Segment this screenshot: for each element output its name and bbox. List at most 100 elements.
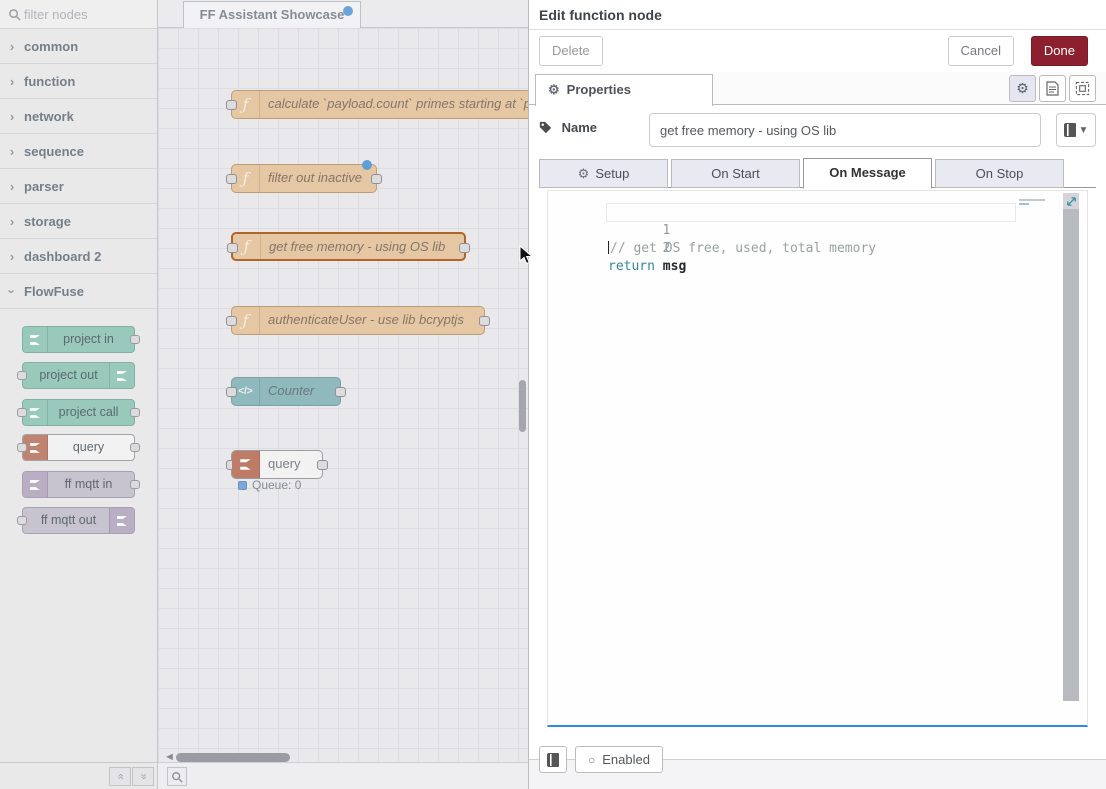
name-label: Name: [539, 120, 597, 135]
node-port[interactable]: [130, 443, 140, 452]
tab-properties[interactable]: ⚙Properties: [535, 74, 713, 106]
h-scrollbar-thumb[interactable]: [176, 753, 290, 762]
category-label: function: [24, 74, 75, 89]
node-port[interactable]: [335, 387, 346, 397]
category-label: network: [24, 109, 74, 124]
node-calculate-primes[interactable]: ƒ calculate `payload.count` primes start…: [231, 90, 528, 119]
caret-down-icon: ▼: [1079, 125, 1089, 136]
gear-icon: ⚙: [1016, 80, 1029, 97]
name-label-text: Name: [562, 120, 597, 135]
editor-scrollbar[interactable]: [1063, 193, 1079, 701]
tab-on-start[interactable]: On Start: [671, 159, 800, 188]
node-counter[interactable]: </> Counter: [231, 377, 341, 406]
node-port[interactable]: [130, 408, 140, 417]
dialog-tabstrip: ⚙Properties ⚙: [529, 72, 1106, 105]
double-chevron-down-icon: »: [135, 773, 152, 779]
palette-category-parser[interactable]: ›parser: [0, 169, 157, 204]
node-port[interactable]: [459, 243, 470, 253]
collapse-all-button[interactable]: «: [109, 767, 131, 786]
palette-node-label: project out: [23, 363, 134, 388]
dialog-toolbar: Delete Cancel Done: [529, 30, 1106, 72]
chevron-right-icon: ›: [0, 204, 24, 239]
node-port[interactable]: [479, 316, 490, 326]
palette-category-common[interactable]: ›common: [0, 29, 157, 64]
category-label: FlowFuse: [24, 284, 84, 299]
flow-tab-label: FF Assistant Showcase: [200, 7, 345, 22]
node-label: filter out inactive: [268, 165, 368, 191]
code-editor[interactable]: 1 // get OS free, used, total memory 2 r…: [547, 190, 1088, 727]
edit-properties-button[interactable]: ⚙: [1009, 75, 1036, 102]
palette-category-dashboard2[interactable]: ›dashboard 2: [0, 239, 157, 274]
node-port[interactable]: [130, 480, 140, 489]
done-button[interactable]: Done: [1031, 36, 1088, 66]
search-icon: [171, 771, 183, 783]
node-port[interactable]: [17, 516, 27, 525]
palette-node-label: query: [23, 435, 134, 460]
tab-on-stop[interactable]: On Stop: [935, 159, 1064, 188]
palette-search-input[interactable]: [24, 0, 154, 28]
double-chevron-up-icon: «: [112, 773, 129, 779]
palette-node-project-call[interactable]: project call: [22, 399, 135, 426]
flow-tab[interactable]: FF Assistant Showcase: [183, 1, 361, 28]
chevron-down-icon: ›: [0, 280, 30, 304]
palette-node-project-out[interactable]: project out: [22, 362, 135, 389]
node-port[interactable]: [130, 335, 140, 344]
library-icon: [1064, 123, 1076, 137]
description-button[interactable]: [1039, 75, 1066, 102]
palette-category-function[interactable]: ›function: [0, 64, 157, 99]
canvas-grid[interactable]: ƒ calculate `payload.count` primes start…: [158, 28, 528, 762]
tab-setup[interactable]: ⚙Setup: [539, 159, 668, 188]
cancel-button[interactable]: Cancel: [948, 36, 1014, 66]
node-filter-out-inactive[interactable]: ƒ filter out inactive: [231, 164, 377, 193]
node-authenticate-user[interactable]: ƒ authenticateUser - use lib bcryptjs: [231, 306, 485, 335]
function-tabs: ⚙Setup On Start On Message On Stop: [539, 158, 1096, 188]
node-port[interactable]: [17, 408, 27, 417]
template-icon: </>: [232, 378, 260, 405]
palette-node-project-in[interactable]: project in: [22, 326, 135, 353]
node-query[interactable]: query: [231, 450, 323, 479]
delete-button[interactable]: Delete: [539, 36, 603, 66]
name-row: Name ▼: [539, 113, 1096, 147]
search-flows-button[interactable]: [167, 767, 187, 786]
chevron-right-icon: ›: [0, 239, 24, 274]
chevron-right-icon: ›: [0, 169, 24, 204]
v-scrollbar-thumb[interactable]: [519, 380, 526, 432]
function-icon: ƒ: [232, 165, 260, 192]
node-label: authenticateUser - use lib bcryptjs: [268, 307, 476, 333]
node-port[interactable]: [317, 460, 328, 470]
chevron-right-icon: ›: [0, 64, 24, 99]
chevron-right-icon: ›: [0, 29, 24, 64]
node-changed-badge: [362, 160, 372, 170]
expand-all-button[interactable]: »: [132, 767, 154, 786]
chevron-right-icon: ›: [0, 134, 24, 169]
palette-category-sequence[interactable]: ›sequence: [0, 134, 157, 169]
palette-category-network[interactable]: ›network: [0, 99, 157, 134]
node-label: Counter: [268, 378, 332, 404]
node-port[interactable]: [371, 174, 382, 184]
enabled-status-icon: ○: [588, 748, 595, 773]
palette-sidebar: ›common ›function ›network ›sequence ›pa…: [0, 0, 158, 789]
palette-footer: « »: [0, 762, 157, 789]
appearance-button[interactable]: [1069, 75, 1096, 102]
tab-on-message[interactable]: On Message: [803, 158, 932, 189]
palette-category-flowfuse[interactable]: ›FlowFuse: [0, 274, 157, 309]
expand-editor-button[interactable]: [1063, 193, 1079, 209]
library-button[interactable]: ▼: [1056, 113, 1096, 147]
palette-node-ff-mqtt-out[interactable]: ff mqtt out: [22, 507, 135, 534]
library-button-footer[interactable]: [539, 746, 567, 773]
node-port[interactable]: [17, 443, 27, 452]
node-get-free-memory[interactable]: ƒ get free memory - using OS lib: [231, 232, 466, 261]
node-label: calculate `payload.count` primes startin…: [268, 91, 528, 117]
palette-category-storage[interactable]: ›storage: [0, 204, 157, 239]
appearance-icon: [1075, 81, 1090, 96]
node-label: get free memory - using OS lib: [269, 234, 456, 260]
canvas-footer: [158, 762, 528, 789]
editor-minimap: [1019, 199, 1047, 207]
document-icon: [1046, 81, 1059, 96]
enabled-toggle-button[interactable]: ○Enabled: [575, 746, 663, 773]
dialog-title: Edit function node: [529, 0, 1106, 30]
palette-node-ff-mqtt-in[interactable]: ff mqtt in: [22, 471, 135, 498]
name-input[interactable]: [649, 113, 1041, 147]
palette-node-query[interactable]: query: [22, 434, 135, 461]
node-port[interactable]: [17, 371, 27, 380]
